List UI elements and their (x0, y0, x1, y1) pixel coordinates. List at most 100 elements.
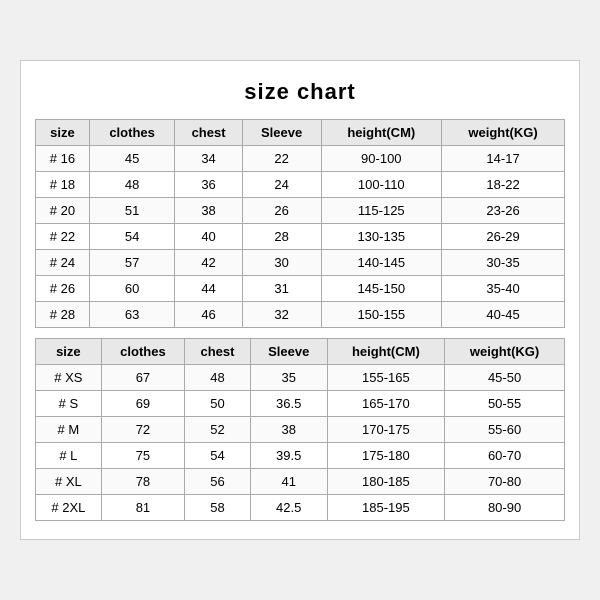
col-header: clothes (101, 339, 184, 365)
col-header: weight(KG) (442, 120, 565, 146)
table-cell: # 16 (36, 146, 90, 172)
table-cell: 115-125 (321, 198, 442, 224)
col-header: clothes (89, 120, 175, 146)
table-row: # 28634632150-15540-45 (36, 302, 565, 328)
table-cell: 38 (250, 417, 327, 443)
col-header: size (36, 339, 102, 365)
table-row: # XS674835155-16545-50 (36, 365, 565, 391)
table-cell: 175-180 (327, 443, 445, 469)
table-cell: 48 (185, 365, 251, 391)
table-row: # 24574230140-14530-35 (36, 250, 565, 276)
table-cell: 58 (185, 495, 251, 521)
col-header: Sleeve (250, 339, 327, 365)
size-table-2: sizeclotheschestSleeveheight(CM)weight(K… (35, 338, 565, 521)
table-row: # 22544028130-13526-29 (36, 224, 565, 250)
size-chart-card: size chart sizeclotheschestSleeveheight(… (20, 60, 580, 540)
table-cell: # XL (36, 469, 102, 495)
table-cell: 45-50 (445, 365, 565, 391)
table-cell: 44 (175, 276, 242, 302)
table-cell: 63 (89, 302, 175, 328)
table-row: # M725238170-17555-60 (36, 417, 565, 443)
table-cell: 80-90 (445, 495, 565, 521)
table-cell: 69 (101, 391, 184, 417)
table-cell: 100-110 (321, 172, 442, 198)
table-cell: 24 (242, 172, 321, 198)
table-cell: 70-80 (445, 469, 565, 495)
table-cell: # 26 (36, 276, 90, 302)
table-cell: 72 (101, 417, 184, 443)
table-cell: 35-40 (442, 276, 565, 302)
table-cell: 140-145 (321, 250, 442, 276)
table-cell: 165-170 (327, 391, 445, 417)
col-header: size (36, 120, 90, 146)
table-cell: 51 (89, 198, 175, 224)
table-cell: 52 (185, 417, 251, 443)
table-row: # 20513826115-12523-26 (36, 198, 565, 224)
table-row: # L755439.5175-18060-70 (36, 443, 565, 469)
table-cell: # S (36, 391, 102, 417)
table-cell: 42 (175, 250, 242, 276)
table-cell: 56 (185, 469, 251, 495)
table-cell: 48 (89, 172, 175, 198)
table-cell: 155-165 (327, 365, 445, 391)
table-cell: 185-195 (327, 495, 445, 521)
table-cell: # 18 (36, 172, 90, 198)
table-cell: 40-45 (442, 302, 565, 328)
table-cell: 36.5 (250, 391, 327, 417)
table-cell: 50-55 (445, 391, 565, 417)
col-header: weight(KG) (445, 339, 565, 365)
table-cell: # L (36, 443, 102, 469)
table-cell: 42.5 (250, 495, 327, 521)
table-cell: 90-100 (321, 146, 442, 172)
table-cell: 35 (250, 365, 327, 391)
col-header: height(CM) (321, 120, 442, 146)
table-cell: 28 (242, 224, 321, 250)
table-cell: 46 (175, 302, 242, 328)
table-cell: 26 (242, 198, 321, 224)
table-cell: 14-17 (442, 146, 565, 172)
col-header: height(CM) (327, 339, 445, 365)
table-cell: 23-26 (442, 198, 565, 224)
chart-title: size chart (35, 79, 565, 105)
table-cell: 41 (250, 469, 327, 495)
table-cell: # 20 (36, 198, 90, 224)
col-header: Sleeve (242, 120, 321, 146)
table-cell: 57 (89, 250, 175, 276)
table-cell: 60 (89, 276, 175, 302)
table-cell: # 22 (36, 224, 90, 250)
table-cell: 60-70 (445, 443, 565, 469)
table-cell: 67 (101, 365, 184, 391)
table-cell: 145-150 (321, 276, 442, 302)
table-row: # 18483624100-11018-22 (36, 172, 565, 198)
table-cell: # M (36, 417, 102, 443)
table-row: # S695036.5165-17050-55 (36, 391, 565, 417)
table-row: # 2XL815842.5185-19580-90 (36, 495, 565, 521)
table-cell: 81 (101, 495, 184, 521)
table-cell: # 28 (36, 302, 90, 328)
table-cell: 32 (242, 302, 321, 328)
col-header: chest (185, 339, 251, 365)
table-cell: 39.5 (250, 443, 327, 469)
table-cell: 34 (175, 146, 242, 172)
table-cell: 45 (89, 146, 175, 172)
table-cell: 18-22 (442, 172, 565, 198)
table-cell: 170-175 (327, 417, 445, 443)
table-row: # 1645342290-10014-17 (36, 146, 565, 172)
table-cell: 130-135 (321, 224, 442, 250)
table-cell: 78 (101, 469, 184, 495)
table-cell: # 2XL (36, 495, 102, 521)
table-row: # 26604431145-15035-40 (36, 276, 565, 302)
table-row: # XL785641180-18570-80 (36, 469, 565, 495)
table-cell: # 24 (36, 250, 90, 276)
table-cell: 54 (89, 224, 175, 250)
table-cell: 55-60 (445, 417, 565, 443)
table-cell: 36 (175, 172, 242, 198)
table-cell: 26-29 (442, 224, 565, 250)
table-cell: 150-155 (321, 302, 442, 328)
table-cell: 31 (242, 276, 321, 302)
col-header: chest (175, 120, 242, 146)
table-cell: 22 (242, 146, 321, 172)
table-cell: 75 (101, 443, 184, 469)
table-cell: 40 (175, 224, 242, 250)
table-cell: # XS (36, 365, 102, 391)
